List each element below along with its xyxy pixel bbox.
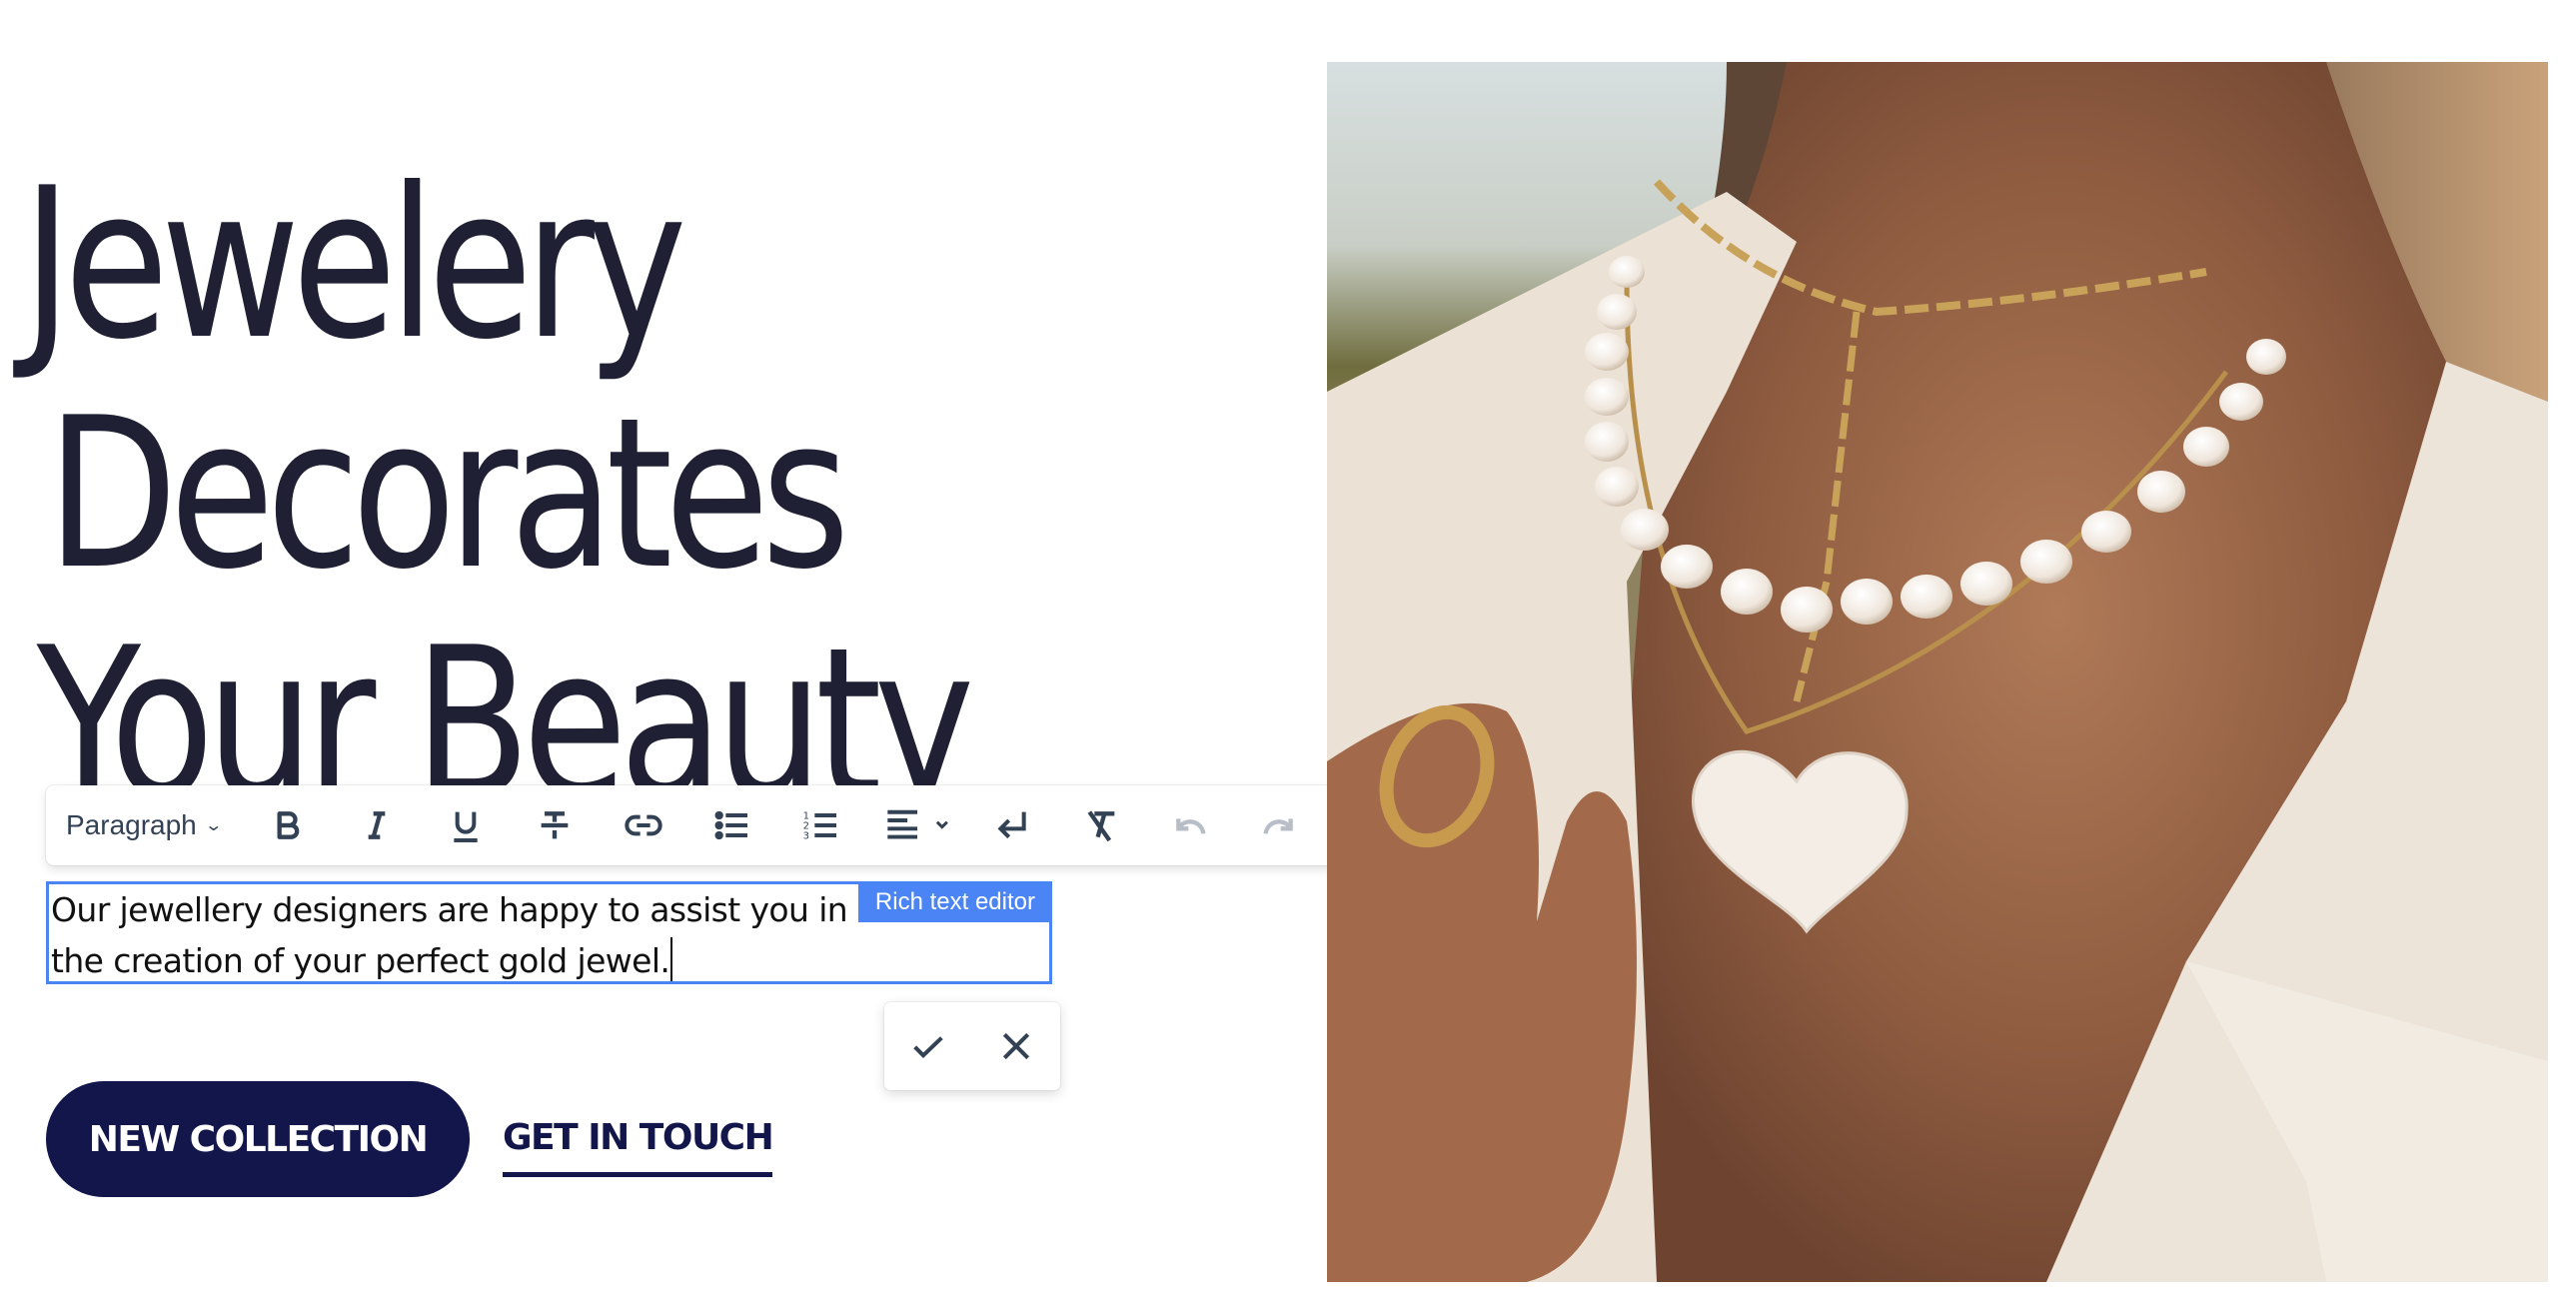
cancel-button[interactable] [988, 1018, 1044, 1074]
edit-confirm-popover [884, 1002, 1060, 1090]
text-caret [670, 937, 673, 981]
check-icon [913, 1036, 943, 1058]
bold-icon [277, 811, 300, 839]
chevron-down-icon: ⌄ [204, 817, 223, 834]
strikethrough-button[interactable] [527, 797, 583, 853]
bullet-list-button[interactable] [704, 797, 760, 853]
link-icon [625, 814, 662, 836]
redo-icon [1263, 818, 1294, 834]
hero-title: Jewelery Decorates Your Beauty [22, 144, 974, 839]
italic-button[interactable] [349, 797, 405, 853]
get-in-touch-link[interactable]: GET IN TOUCH [503, 1117, 774, 1177]
rich-text-editor[interactable]: Our jewellery designers are happy to ass… [46, 881, 1052, 984]
svg-text:3: 3 [803, 830, 809, 841]
numbered-list-icon: 123 [803, 810, 837, 841]
clear-formatting-button[interactable] [1073, 797, 1129, 853]
close-icon [1002, 1032, 1030, 1060]
new-collection-button[interactable]: NEW COLLECTION [46, 1081, 470, 1197]
hero-title-line-1: Jewelery [22, 144, 687, 386]
clear-formatting-icon [1087, 810, 1115, 842]
hero-title-line-2: Decorates [46, 374, 850, 616]
block-format-label: Paragraph [66, 809, 197, 840]
line-break-button[interactable] [984, 797, 1040, 853]
hero-photo [1327, 62, 2548, 1282]
bullet-list-icon [714, 810, 748, 840]
block-format-dropdown[interactable]: Paragraph ⌄ [66, 809, 223, 841]
rich-text-toolbar: Paragraph ⌄ 123 [46, 785, 1359, 865]
underline-icon [454, 811, 478, 842]
link-button[interactable] [616, 797, 671, 853]
undo-icon [1176, 818, 1206, 834]
italic-icon [368, 811, 386, 839]
accept-button[interactable] [900, 1018, 956, 1074]
underline-button[interactable] [438, 797, 494, 853]
numbered-list-button[interactable]: 123 [793, 797, 849, 853]
editor-content: Our jewellery designers are happy to ass… [51, 890, 848, 980]
bold-button[interactable] [260, 797, 316, 853]
line-break-icon [997, 811, 1026, 839]
align-left-icon [887, 809, 949, 839]
redo-button[interactable] [1251, 797, 1307, 853]
necklace-photo-illustration [1327, 62, 2548, 1282]
strikethrough-icon [541, 811, 569, 839]
align-dropdown[interactable] [882, 797, 962, 853]
undo-button[interactable] [1162, 797, 1218, 853]
editor-label-badge: Rich text editor [857, 881, 1052, 922]
